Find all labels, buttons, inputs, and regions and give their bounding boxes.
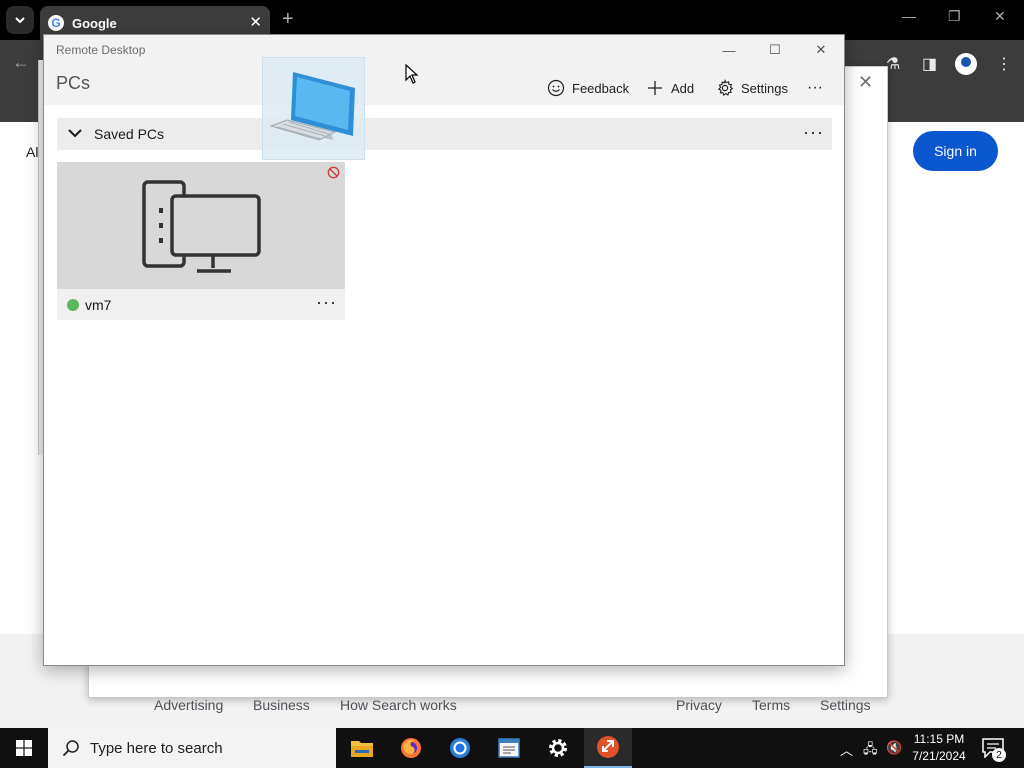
app-title: Remote Desktop [56, 43, 146, 57]
profile-avatar-icon[interactable] [955, 53, 977, 75]
browser-menu-icon[interactable]: ⋮ [996, 54, 1012, 74]
minimize-button[interactable]: — [718, 42, 740, 58]
taskbar-remote-desktop[interactable] [584, 728, 632, 768]
browser-restore-button[interactable]: ❐ [948, 8, 961, 25]
group-more-button[interactable]: ··· [803, 122, 824, 143]
browser-minimize-button[interactable]: — [902, 8, 916, 24]
feedback-label: Feedback [572, 80, 630, 96]
search-icon [62, 740, 79, 757]
tab-title: Google [72, 15, 117, 31]
close-tab-icon[interactable]: ✕ [249, 13, 262, 31]
footer-link-business[interactable]: Business [253, 697, 310, 713]
show-hidden-icons-chevron[interactable]: ︿ [840, 740, 853, 759]
plus-icon [648, 81, 662, 95]
footer-link-how-search-works[interactable]: How Search works [340, 697, 457, 713]
drag-preview [262, 57, 365, 160]
page-partial-text: Al [26, 144, 39, 160]
more-options-button[interactable]: ··· [807, 77, 823, 99]
remote-desktop-app-icon [597, 736, 619, 758]
start-button[interactable] [0, 728, 48, 768]
settings-gear-icon [549, 739, 567, 757]
chevron-down-icon [68, 129, 82, 138]
tab-search-button[interactable] [6, 6, 34, 34]
computer-drag-icon [269, 72, 355, 141]
footer-link-advertising[interactable]: Advertising [154, 697, 223, 713]
group-label: Saved PCs [94, 126, 165, 142]
remote-desktop-window: Remote Desktop — ☐ ✕ PCs Feedback Add Se… [43, 34, 845, 666]
pc-more-button[interactable]: ··· [316, 292, 337, 313]
windows-taskbar: Type here to search ︿ 🖧 🔇 11:15 PM 7/21/… [0, 728, 1024, 768]
blocked-icon [327, 166, 340, 179]
footer-link-settings[interactable]: Settings [820, 697, 871, 713]
dialog-close-icon[interactable]: ✕ [858, 72, 873, 93]
pc-thumbnail [57, 162, 345, 289]
taskbar-search-box[interactable]: Type here to search [48, 728, 336, 768]
settings-button[interactable]: Settings [716, 77, 788, 99]
add-label: Add [671, 80, 695, 96]
settings-label: Settings [741, 80, 788, 96]
back-arrow-icon[interactable]: ← [12, 52, 30, 73]
clock-time: 11:15 PM [913, 732, 965, 746]
folder-icon [351, 741, 373, 757]
mouse-pointer-icon [405, 64, 419, 84]
smiley-icon [547, 79, 565, 97]
google-icon: G [48, 15, 64, 31]
search-placeholder: Type here to search [90, 739, 223, 757]
labs-flask-icon[interactable]: ⚗ [886, 54, 900, 74]
add-button[interactable]: Add [646, 77, 694, 99]
pc-tile-vm7[interactable]: vm7 ··· [57, 162, 345, 320]
notification-count-badge: 2 [992, 748, 1006, 762]
remote-desktop-titlebar: Remote Desktop — ☐ ✕ PCs Feedback Add Se… [44, 35, 844, 105]
network-icon[interactable]: 🖧 [863, 740, 878, 762]
taskbar-clock[interactable]: 11:15 PM 7/21/2024 [904, 731, 974, 765]
online-status-dot [67, 299, 79, 311]
desktop-computer-icon [142, 180, 261, 273]
clock-date: 7/21/2024 [912, 749, 966, 763]
new-tab-button[interactable]: + [282, 8, 294, 31]
saved-pcs-group-header[interactable]: Saved PCs ··· [57, 118, 832, 150]
maximize-button[interactable]: ☐ [764, 42, 786, 58]
side-panel-icon[interactable]: ◨ [922, 54, 937, 74]
taskbar-chrome[interactable] [436, 728, 484, 768]
windows-logo-icon [16, 740, 32, 756]
volume-muted-icon[interactable]: 🔇 [886, 740, 902, 756]
chrome-icon [450, 738, 470, 758]
sign-in-button[interactable]: Sign in [913, 131, 998, 171]
gear-icon [717, 79, 734, 96]
taskbar-file-explorer[interactable] [338, 728, 386, 768]
footer-link-privacy[interactable]: Privacy [676, 697, 722, 713]
chevron-down-icon [15, 17, 25, 24]
close-button[interactable]: ✕ [810, 42, 832, 58]
pc-name: vm7 [85, 297, 112, 313]
page-title: PCs [56, 73, 91, 93]
taskbar-settings[interactable] [534, 728, 582, 768]
notepad-icon [498, 738, 520, 758]
footer-link-terms[interactable]: Terms [752, 697, 790, 713]
firefox-icon [401, 738, 421, 758]
taskbar-notepad[interactable] [485, 728, 533, 768]
browser-close-button[interactable]: ✕ [994, 8, 1006, 25]
feedback-button[interactable]: Feedback [547, 77, 629, 99]
taskbar-firefox[interactable] [387, 728, 435, 768]
